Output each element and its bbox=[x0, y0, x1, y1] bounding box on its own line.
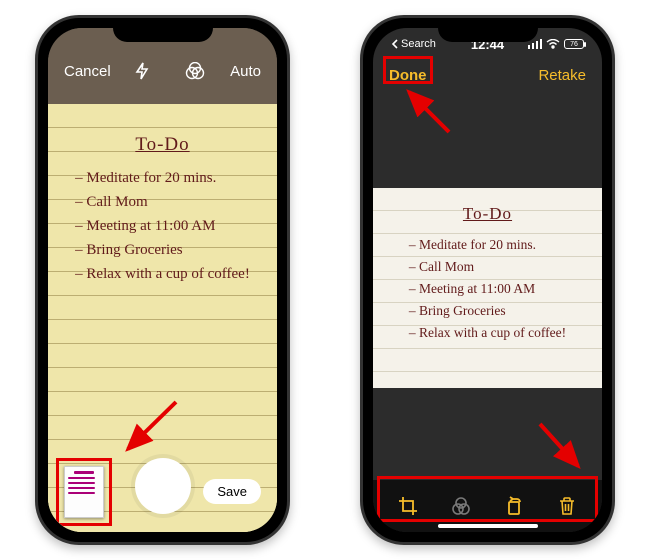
note-title: To-Do bbox=[48, 134, 277, 156]
filter-icon[interactable] bbox=[185, 62, 205, 80]
note-item: Call Mom bbox=[75, 190, 250, 214]
battery-icon: 76 bbox=[564, 39, 584, 49]
rotate-icon[interactable] bbox=[499, 491, 529, 521]
note-item: Relax with a cup of coffee! bbox=[75, 262, 250, 286]
save-button[interactable]: Save bbox=[203, 479, 261, 504]
scan-thumbnail[interactable] bbox=[64, 466, 104, 518]
crop-icon[interactable] bbox=[393, 491, 423, 521]
note-item: Meditate for 20 mins. bbox=[409, 234, 566, 256]
shutter-button[interactable] bbox=[135, 458, 191, 514]
scanned-document[interactable]: To-Do Meditate for 20 mins. Call Mom Mee… bbox=[373, 188, 602, 388]
cancel-button[interactable]: Cancel bbox=[64, 63, 111, 80]
done-button[interactable]: Done bbox=[389, 67, 427, 84]
notch bbox=[438, 18, 538, 42]
auto-button[interactable]: Auto bbox=[230, 63, 261, 80]
note-item: Call Mom bbox=[409, 256, 566, 278]
note-item: Bring Groceries bbox=[409, 300, 566, 322]
callout-arrow bbox=[401, 84, 461, 144]
flash-icon[interactable] bbox=[135, 62, 149, 80]
wifi-icon bbox=[546, 39, 560, 49]
color-filter-icon[interactable] bbox=[446, 491, 476, 521]
note-item: Meeting at 11:00 AM bbox=[409, 278, 566, 300]
retake-button[interactable]: Retake bbox=[538, 67, 586, 84]
home-indicator[interactable] bbox=[438, 524, 538, 528]
camera-top-bar: Cancel Auto bbox=[48, 56, 277, 86]
phone-left-mockup: Cancel Auto To-Do Meditate for 20 mins bbox=[35, 15, 290, 545]
note-item: Meditate for 20 mins. bbox=[75, 166, 250, 190]
phone-right-mockup: Search 12:44 76 Done Retake To-Do Me bbox=[360, 15, 615, 545]
callout-arrow bbox=[530, 416, 590, 476]
note-title: To-Do bbox=[373, 204, 602, 224]
back-to-search[interactable]: Search bbox=[391, 38, 436, 50]
scan-edit-view: Search 12:44 76 Done Retake To-Do Me bbox=[373, 28, 602, 532]
note-item: Meeting at 11:00 AM bbox=[75, 214, 250, 238]
notch bbox=[113, 18, 213, 42]
scanner-live-view: Cancel Auto To-Do Meditate for 20 mins bbox=[48, 28, 277, 532]
note-item: Bring Groceries bbox=[75, 238, 250, 262]
trash-icon[interactable] bbox=[552, 491, 582, 521]
note-item: Relax with a cup of coffee! bbox=[409, 322, 566, 344]
